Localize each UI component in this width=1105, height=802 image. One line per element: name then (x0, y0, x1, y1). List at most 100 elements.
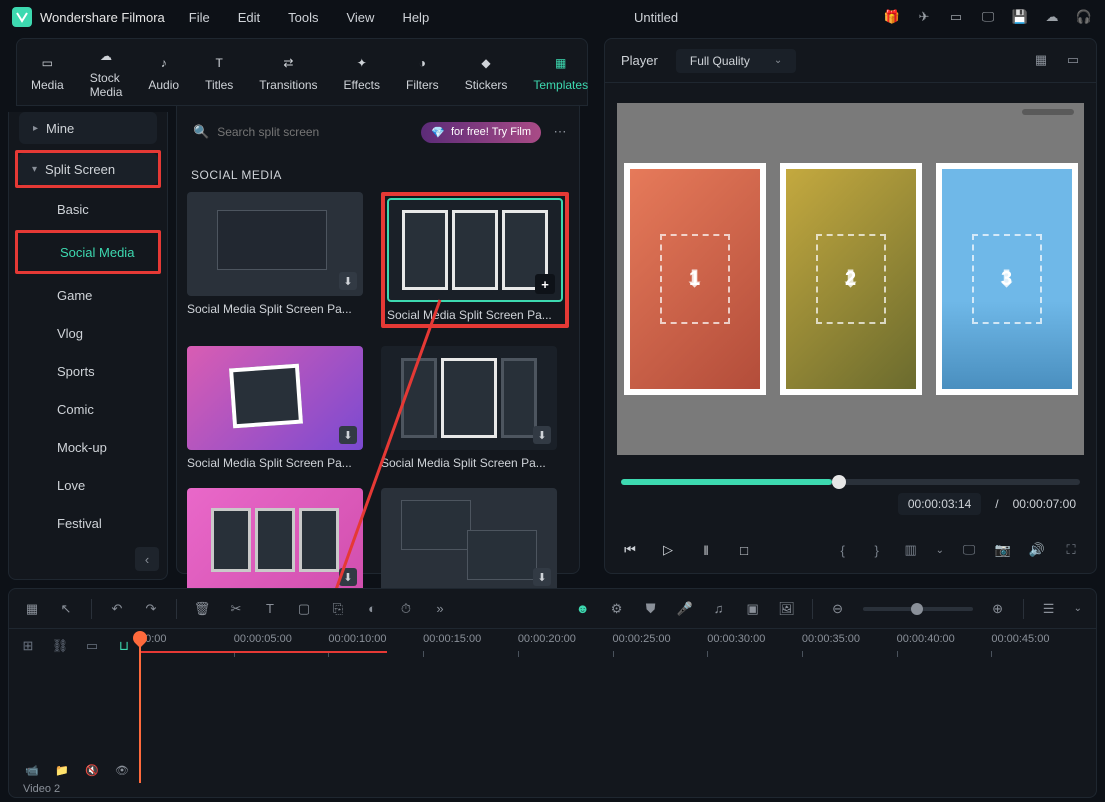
preview-handle[interactable] (1022, 109, 1074, 115)
menu-view[interactable]: View (346, 10, 374, 25)
zoom-slider[interactable] (863, 607, 973, 611)
sidebar-group-mine[interactable]: ▸ Mine (19, 112, 157, 144)
prev-frame-button[interactable]: ⏮ (621, 541, 639, 559)
pointer-tool-icon[interactable]: ↖ (57, 600, 75, 618)
more-icon[interactable]: ⋯ (551, 123, 569, 141)
preview-seekbar[interactable] (621, 479, 1080, 485)
template-card[interactable]: ⬇ Social Media Split Screen Pa... (381, 346, 557, 470)
drop-zone-1[interactable]: ⬇1 (624, 163, 766, 395)
redo-button[interactable]: ↷ (142, 600, 160, 618)
zoom-in-button[interactable]: ⊕ (989, 600, 1007, 618)
split-button[interactable]: ✂ (227, 600, 245, 618)
download-icon[interactable]: ⬇ (533, 568, 551, 586)
sidebar-item-vlog[interactable]: Vlog (9, 314, 167, 352)
template-card-selected[interactable]: + Social Media Split Screen Pa... (387, 198, 563, 322)
mic-icon[interactable]: 🎤 (676, 600, 694, 618)
download-icon[interactable]: ⬇ (339, 426, 357, 444)
menu-file[interactable]: File (189, 10, 210, 25)
tab-titles[interactable]: TTitles (205, 52, 233, 92)
seekbar-knob[interactable] (832, 475, 846, 489)
menu-tools[interactable]: Tools (288, 10, 318, 25)
tab-media[interactable]: ▭Media (31, 52, 64, 92)
template-card[interactable]: ⬇ Social Media Split Screen Pa... (187, 192, 363, 328)
grid-view-icon[interactable]: ▦ (1032, 51, 1050, 69)
tab-audio[interactable]: ♪Audio (148, 52, 179, 92)
tab-templates[interactable]: ▦Templates (533, 52, 588, 92)
device-icon[interactable]: ▭ (947, 8, 965, 26)
gear-icon[interactable]: ⚙ (608, 600, 626, 618)
camera-icon[interactable]: 📷 (994, 541, 1012, 559)
eye-track-icon[interactable]: 👁 (113, 761, 131, 779)
download-icon[interactable]: ⬇ (533, 426, 551, 444)
fullscreen-icon[interactable]: ⛶ (1062, 541, 1080, 559)
preview-tab-player[interactable]: Player (621, 53, 658, 68)
shield-icon[interactable]: ⛊ (642, 600, 660, 618)
tab-effects[interactable]: ✦Effects (344, 52, 380, 92)
add-track-icon[interactable]: ⊞ (19, 637, 37, 655)
marker-icon[interactable]: ▭ (83, 637, 101, 655)
display-icon[interactable]: 🖵 (960, 541, 978, 559)
sidebar-item-comic[interactable]: Comic (9, 390, 167, 428)
color-icon[interactable]: ◐ (363, 600, 381, 618)
tab-filters[interactable]: ◑Filters (406, 52, 439, 92)
mute-track-icon[interactable]: 🔇 (83, 761, 101, 779)
crop-button[interactable]: ▢ (295, 600, 313, 618)
more-tools-icon[interactable]: » (431, 600, 449, 618)
drop-zone-3[interactable]: ⬇3 (936, 163, 1078, 395)
link-track-icon[interactable]: ⛓ (51, 637, 69, 655)
sidebar-item-love[interactable]: Love (9, 466, 167, 504)
download-icon[interactable]: ⬇ (339, 568, 357, 586)
add-icon[interactable]: + (535, 274, 555, 294)
tab-transitions[interactable]: ⇄Transitions (259, 52, 317, 92)
timeline-playhead[interactable] (139, 633, 141, 783)
send-icon[interactable]: ✈ (915, 8, 933, 26)
zoom-out-button[interactable]: ⊖ (829, 600, 847, 618)
brace-left-icon[interactable]: { (834, 541, 852, 559)
ai-icon[interactable]: ☻ (574, 600, 592, 618)
record-icon[interactable]: ▣ (744, 600, 762, 618)
search-input[interactable] (217, 125, 397, 139)
play-button[interactable]: ▷ (659, 541, 677, 559)
menu-help[interactable]: Help (402, 10, 429, 25)
tab-stickers[interactable]: ◆Stickers (465, 52, 508, 92)
sidebar-item-game[interactable]: Game (9, 276, 167, 314)
speed-icon[interactable]: ⏱ (397, 600, 415, 618)
delete-button[interactable]: 🗑 (193, 600, 211, 618)
image-icon[interactable]: 🖼 (778, 600, 796, 618)
tab-stock-media[interactable]: ☁Stock Media (90, 45, 123, 99)
stop-button[interactable]: □ (735, 541, 753, 559)
music-icon[interactable]: ♫ (710, 600, 728, 618)
brace-right-icon[interactable]: } (868, 541, 886, 559)
drop-zone-2[interactable]: ⬇2 (780, 163, 922, 395)
menu-edit[interactable]: Edit (238, 10, 260, 25)
magnet-icon[interactable]: ⊔ (115, 637, 133, 655)
zoom-knob[interactable] (911, 603, 923, 615)
timeline-ruler[interactable]: 00:00 00:00:05:00 00:00:10:00 00:00:15:0… (139, 633, 1086, 657)
sidebar-item-social-media[interactable]: Social Media (18, 233, 158, 271)
template-card[interactable]: ⬇ Social Media Split Screen Pa... (187, 346, 363, 470)
sidebar-item-festival[interactable]: Festival (9, 504, 167, 542)
snapshot-frame-icon[interactable]: ▭ (1064, 51, 1082, 69)
sidebar-item-basic[interactable]: Basic (9, 190, 167, 228)
quality-dropdown[interactable]: Full Quality ⌄ (676, 49, 796, 73)
save-icon[interactable]: 💾 (1011, 8, 1029, 26)
sidebar-group-split-screen[interactable]: ▾ Split Screen (18, 153, 158, 185)
select-tool-icon[interactable]: ▦ (23, 600, 41, 618)
cloud-icon[interactable]: ☁ (1043, 8, 1061, 26)
camera-track-icon[interactable]: 📹 (23, 761, 41, 779)
sidebar-item-sports[interactable]: Sports (9, 352, 167, 390)
monitor-icon[interactable]: 🖵 (979, 8, 997, 26)
volume-icon[interactable]: 🔊 (1028, 541, 1046, 559)
headset-icon[interactable]: 🎧 (1075, 8, 1093, 26)
text-tool-icon[interactable]: T (261, 600, 279, 618)
undo-button[interactable]: ↶ (108, 600, 126, 618)
promo-pill[interactable]: 💎 for free! Try Film (421, 122, 541, 143)
quality-icon[interactable]: ▥ (902, 541, 920, 559)
download-icon[interactable]: ⬇ (339, 272, 357, 290)
sidebar-item-mockup[interactable]: Mock-up (9, 428, 167, 466)
pause-button[interactable]: ‖ (697, 541, 715, 559)
link-icon[interactable]: ⎘ (329, 600, 347, 618)
gift-icon[interactable]: 🎁 (883, 8, 901, 26)
list-view-icon[interactable]: ☰ (1040, 600, 1058, 618)
sidebar-collapse-button[interactable]: ‹ (135, 547, 159, 571)
